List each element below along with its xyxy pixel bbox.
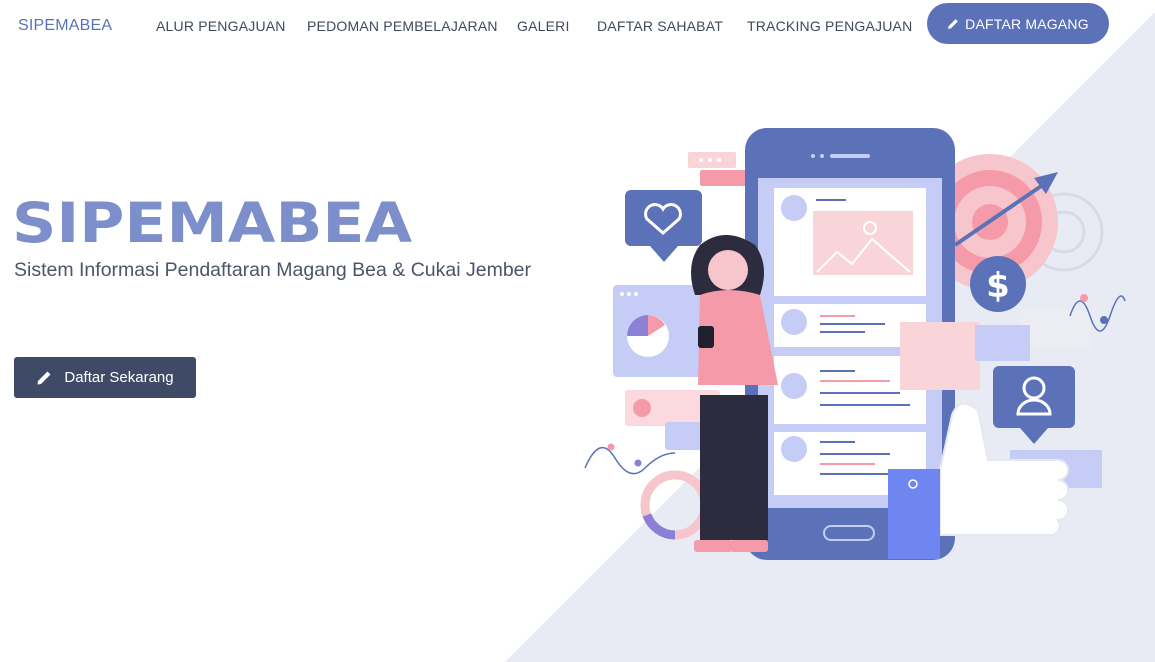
daftar-sekarang-label: Daftar Sekarang [64, 369, 174, 386]
hero-title: SIPEMABEA [12, 191, 413, 255]
navbar: SIPEMABEA ALUR PENGAJUAN PEDOMAN PEMBELA… [0, 0, 1155, 50]
daftar-magang-button[interactable]: DAFTAR MAGANG [927, 3, 1109, 44]
donut-chart [640, 470, 710, 540]
dollar-icon: $ [970, 256, 1026, 312]
svg-text:$: $ [986, 266, 1010, 306]
heart-icon [625, 190, 702, 262]
nav-link-pedoman-pembelajaran[interactable]: PEDOMAN PEMBELAJARAN [307, 18, 498, 34]
nav-link-galeri[interactable]: GALERI [517, 18, 570, 34]
nav-link-daftar-sahabat[interactable]: DAFTAR SAHABAT [597, 18, 723, 34]
pencil-icon [37, 371, 51, 384]
brand-logo[interactable]: SIPEMABEA [18, 17, 112, 35]
nav-link-alur-pengajuan[interactable]: ALUR PENGAJUAN [156, 18, 286, 34]
nav-link-tracking-pengajuan[interactable]: TRACKING PENGAJUAN [747, 18, 912, 34]
hero-illustration: $ [584, 128, 1126, 560]
daftar-magang-label: DAFTAR MAGANG [965, 15, 1089, 32]
pie-chart-icon [627, 315, 669, 357]
user-icon [993, 366, 1075, 444]
pencil-icon [948, 18, 959, 29]
hero-subtitle: Sistem Informasi Pendaftaran Magang Bea … [14, 259, 532, 281]
wave-line-left [584, 446, 676, 475]
daftar-sekarang-button[interactable]: Daftar Sekarang [14, 357, 196, 398]
